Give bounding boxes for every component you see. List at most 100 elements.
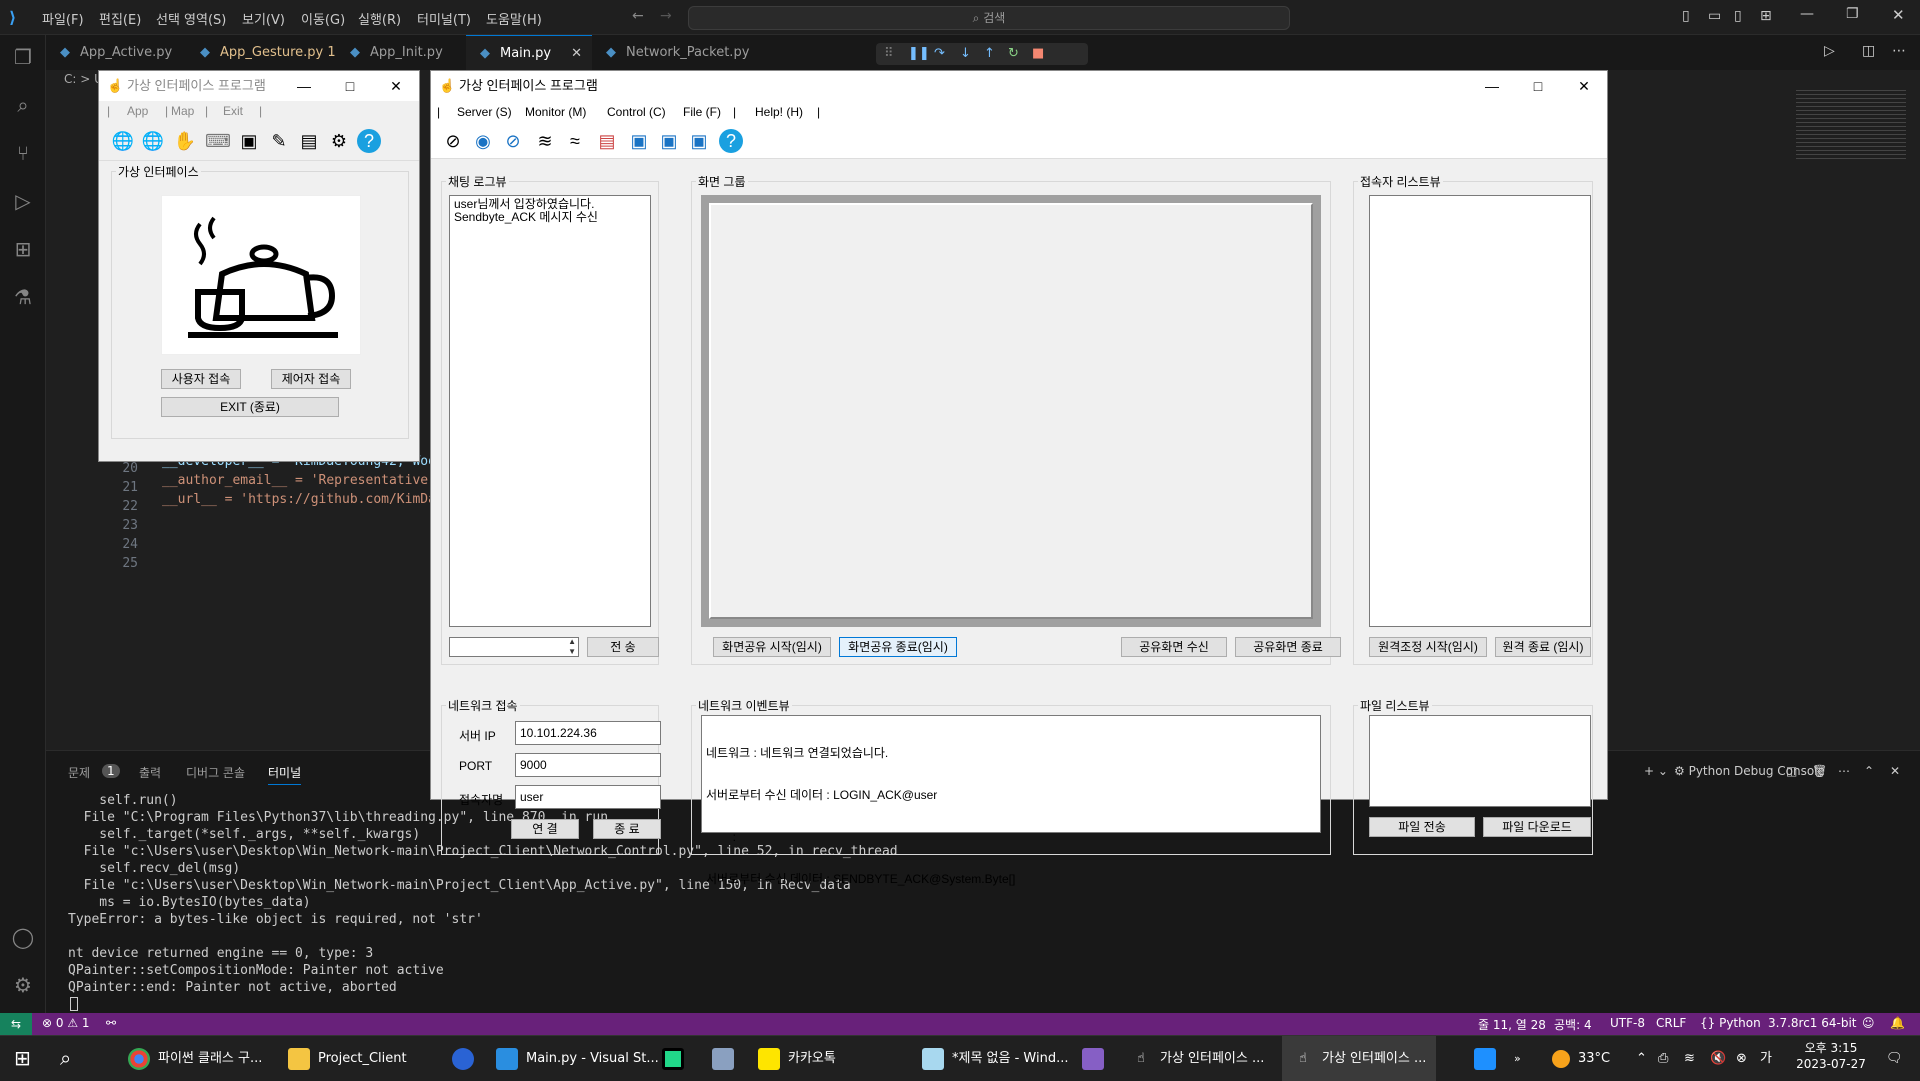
taskbar-pycharm[interactable] <box>662 1036 692 1081</box>
layout-secondary-icon[interactable]: ▯ <box>1734 8 1742 24</box>
files-list-view[interactable] <box>1369 715 1591 807</box>
feedback-icon[interactable]: ☺ <box>1862 1016 1875 1030</box>
step-out-icon[interactable]: ↑ <box>984 43 995 65</box>
help-icon[interactable]: ? <box>719 129 743 153</box>
disconnect-button[interactable]: 종 료 <box>593 819 661 839</box>
menu-file[interactable]: 파일(F) <box>42 9 84 28</box>
network-events-view[interactable]: 네트워크 : 네트워크 연결되었습니다. 서버로부터 수신 데이터 : LOGI… <box>701 715 1321 886</box>
minimize-icon[interactable]: — <box>1800 6 1814 22</box>
taskbar-vscode[interactable]: Main.py - Visual St... <box>496 1036 659 1081</box>
shared-screen-end-button[interactable]: 공유화면 종료 <box>1235 637 1341 657</box>
panel-tab-output[interactable]: 출력 <box>139 764 161 781</box>
chat-message-input[interactable]: ▲ ▼ <box>449 637 579 657</box>
customize-layout-icon[interactable]: ⊞ <box>1760 8 1772 24</box>
problems-status[interactable]: ⊗ 0 ⚠ 1 <box>42 1016 90 1030</box>
more-actions-icon[interactable]: ⋯ <box>1892 43 1906 59</box>
language-mode[interactable]: {} Python <box>1700 1016 1761 1030</box>
file-send-button[interactable]: 파일 전송 <box>1369 817 1475 837</box>
layout-sidebar-icon[interactable]: ▯ <box>1682 8 1690 24</box>
restore-icon[interactable]: ❐ <box>1846 6 1859 22</box>
user-connect-button[interactable]: 사용자 접속 <box>161 369 241 389</box>
taskbar-visual-studio[interactable] <box>1082 1036 1112 1081</box>
maximize-panel-icon[interactable]: ⌃ <box>1864 764 1874 778</box>
panel-tab-problems[interactable]: 문제 <box>68 764 90 781</box>
minimap[interactable] <box>1796 90 1906 160</box>
remote-end-button[interactable]: 원격 종료 (임시) <box>1495 637 1591 657</box>
taskbar-notepad[interactable]: *제목 없음 - Wind... <box>922 1036 1069 1081</box>
screen-share-stop-button[interactable]: 화면공유 종료(임시) <box>839 637 957 657</box>
terminal-instance-selector[interactable]: ⚙ Python Debug Console <box>1674 764 1825 778</box>
menu-app[interactable]: App <box>127 104 148 118</box>
start-windows-icon[interactable]: ⊞ <box>14 1036 31 1081</box>
gesture-icon[interactable]: ✋ <box>173 129 197 153</box>
drag-handle-icon[interactable]: ⠿ <box>884 43 894 65</box>
screen-share-start-button[interactable]: 화면공유 시작(임시) <box>713 637 831 657</box>
taskbar-app-window-2[interactable]: ☝ 가상 인터페이스 ... <box>1282 1036 1437 1081</box>
weather-widget[interactable]: 33°C <box>1552 1036 1610 1081</box>
menu-selection[interactable]: 선택 영역(S) <box>156 9 226 28</box>
close-icon[interactable]: ✕ <box>373 71 419 101</box>
taskbar-app-window-1[interactable]: ☝ 가상 인터페이스 ... <box>1130 1036 1264 1081</box>
taskbar-kakaotalk[interactable]: 카카오톡 <box>758 1036 836 1081</box>
send-button[interactable]: 전 송 <box>587 637 659 657</box>
main-window-titlebar[interactable]: ☝ 가상 인터페이스 프로그램 — □ ✕ <box>431 71 1607 101</box>
notes-icon[interactable]: ▤ <box>297 129 321 153</box>
tray-ime-icon[interactable]: 가 <box>1760 1036 1772 1081</box>
remote-icon[interactable]: ⇆ <box>0 1013 32 1035</box>
image-icon[interactable]: ▣ <box>237 129 261 153</box>
split-editor-icon[interactable]: ◫ <box>1862 43 1875 59</box>
menu-control[interactable]: Control (C) <box>607 105 666 119</box>
tab-main[interactable]: ◆ Main.py ✕ <box>466 35 592 70</box>
pen-icon[interactable]: ✎ <box>267 129 291 153</box>
extensions-icon[interactable]: ⊞ <box>10 237 36 263</box>
cursor-position[interactable]: 줄 11, 열 28 <box>1478 1016 1546 1033</box>
more-icon[interactable]: ⋯ <box>1838 764 1850 778</box>
shared-screen-receive-button[interactable]: 공유화면 수신 <box>1121 637 1227 657</box>
panel-tab-debug-console[interactable]: 디버그 콘솔 <box>186 764 245 781</box>
chat-log-view[interactable]: user님께서 입장하였습니다. Sendbyte_ACK 메시지 수신 <box>449 195 651 627</box>
tray-arrow-icon[interactable]: ⌃ <box>1636 1036 1647 1081</box>
globe-net-icon[interactable]: 🌐 <box>141 129 165 153</box>
eol[interactable]: CRLF <box>1656 1016 1686 1030</box>
menu-edit[interactable]: 편집(E) <box>99 9 141 28</box>
back-arrow-icon[interactable]: ← <box>632 8 644 24</box>
wifi-icon[interactable]: ≋ <box>533 129 557 153</box>
notification-center-icon[interactable]: 🗨 <box>1886 1036 1903 1081</box>
tray-wifi-icon[interactable]: ≋ <box>1684 1036 1695 1081</box>
live-share-icon[interactable]: ⚯ <box>106 1016 116 1030</box>
controller-connect-button[interactable]: 제어자 접속 <box>271 369 351 389</box>
tray-device-icon[interactable]: ⎙ <box>1658 1036 1668 1081</box>
stop-icon[interactable]: ■ <box>1032 43 1044 65</box>
close-icon[interactable]: ✕ <box>1561 71 1607 101</box>
pause-icon[interactable]: ❚❚ <box>908 43 930 65</box>
menu-monitor[interactable]: Monitor (M) <box>525 105 586 119</box>
globe-icon[interactable]: 🌐 <box>111 129 135 153</box>
settings-gear-icon[interactable]: ⚙ <box>327 129 351 153</box>
small-window-titlebar[interactable]: ☝ 가상 인터페이스 프로그램 — □ ✕ <box>99 71 419 101</box>
overflow-chevron-icon[interactable]: » <box>1514 1036 1521 1081</box>
minimize-icon[interactable]: — <box>1469 71 1515 101</box>
tab-app-gesture[interactable]: ◆ App_Gesture.py 1 <box>186 35 336 70</box>
tab-app-init[interactable]: ◆ App_Init.py <box>336 35 466 70</box>
maximize-icon[interactable]: □ <box>1515 71 1561 101</box>
menu-view[interactable]: 보기(V) <box>242 9 285 28</box>
search-icon[interactable]: ⌕ <box>10 93 36 119</box>
step-over-icon[interactable]: ↷ <box>934 43 945 65</box>
help-icon[interactable]: ? <box>357 129 381 153</box>
file-send-icon[interactable]: ▣ <box>657 129 681 153</box>
server-off-icon[interactable]: ⊘ <box>441 129 465 153</box>
keyboard-icon[interactable]: ⌨ <box>205 129 231 153</box>
menu-run[interactable]: 실행(R) <box>358 9 401 28</box>
connect-button[interactable]: 연 결 <box>511 819 579 839</box>
menu-terminal[interactable]: 터미널(T) <box>417 9 471 28</box>
step-into-icon[interactable]: ↓ <box>960 43 971 65</box>
port-input[interactable]: 9000 <box>515 753 661 777</box>
close-panel-icon[interactable]: ✕ <box>1890 764 1900 778</box>
server-ip-input[interactable]: 10.101.224.36 <box>515 721 661 745</box>
tab-network-packet[interactable]: ◆ Network_Packet.py <box>592 35 749 70</box>
wifi-off-icon[interactable]: ≈ <box>563 129 587 153</box>
menu-help[interactable]: 도움말(H) <box>486 9 542 28</box>
settings-gear-icon[interactable]: ⚙ <box>10 973 36 999</box>
indentation[interactable]: 공백: 4 <box>1554 1016 1592 1033</box>
panel-tab-terminal[interactable]: 터미널 <box>268 764 302 785</box>
